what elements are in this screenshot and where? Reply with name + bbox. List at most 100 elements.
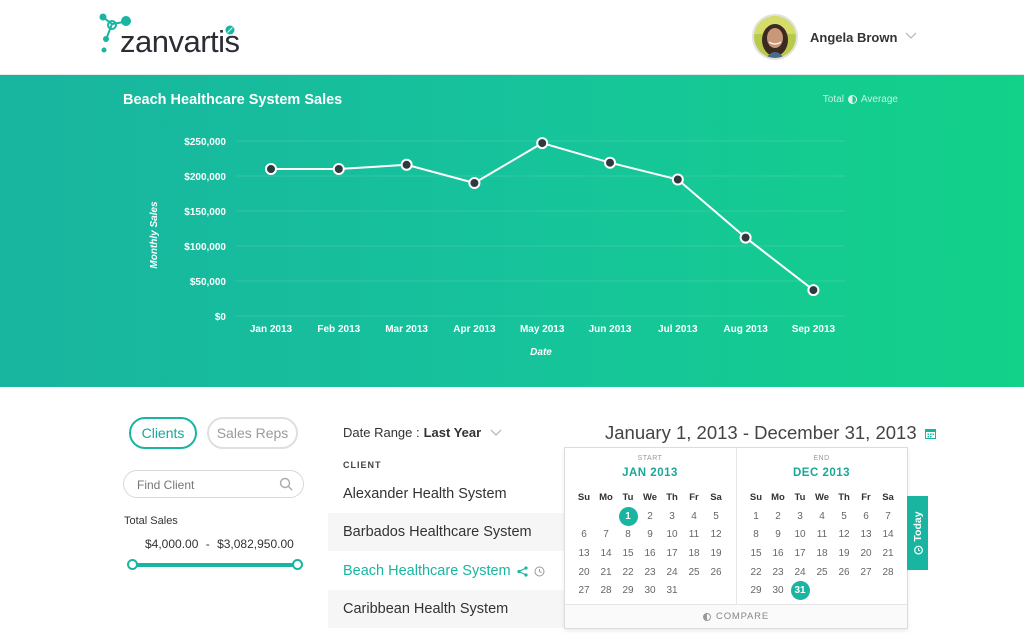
end-day[interactable]: 24 <box>789 563 811 582</box>
end-day[interactable]: 19 <box>833 544 855 563</box>
weekday-header: Mo <box>599 491 613 503</box>
end-day[interactable]: 3 <box>789 507 811 526</box>
end-day[interactable]: 30 <box>767 581 789 600</box>
start-day[interactable]: 19 <box>705 544 727 563</box>
start-day-selected[interactable]: 1 <box>617 506 639 526</box>
start-day[interactable]: 6 <box>573 525 595 544</box>
end-day[interactable]: 21 <box>877 544 899 563</box>
start-day[interactable]: 28 <box>595 581 617 600</box>
data-point[interactable] <box>468 177 481 189</box>
start-day[interactable]: 23 <box>639 563 661 582</box>
date-range-text: January 1, 2013 - December 31, 2013 <box>605 422 917 443</box>
client-row-barbados[interactable]: Barbados Healthcare System <box>328 513 568 551</box>
client-row-caribbean[interactable]: Caribbean Health System <box>328 590 568 628</box>
start-day[interactable]: 27 <box>573 581 595 600</box>
end-day-selected[interactable]: 31 <box>789 581 811 600</box>
today-button[interactable]: Today <box>907 496 928 570</box>
end-day[interactable]: 27 <box>855 563 877 582</box>
start-day[interactable]: 2 <box>639 507 661 526</box>
start-day[interactable]: 30 <box>639 581 661 600</box>
start-day[interactable]: 7 <box>595 525 617 544</box>
data-point[interactable] <box>400 158 413 171</box>
end-day[interactable]: 6 <box>855 507 877 526</box>
calendar-start-title[interactable]: JAN 2013 <box>565 467 735 479</box>
start-day[interactable]: 25 <box>683 563 705 582</box>
calendar-end-title[interactable]: DEC 2013 <box>737 467 906 479</box>
end-day[interactable]: 15 <box>745 544 767 563</box>
data-point[interactable] <box>807 284 820 297</box>
end-day[interactable]: 29 <box>745 581 767 600</box>
end-day[interactable]: 23 <box>767 563 789 582</box>
start-day[interactable]: 26 <box>705 563 727 582</box>
end-day[interactable]: 7 <box>877 507 899 526</box>
user-menu[interactable]: Angela Brown <box>752 14 917 60</box>
data-point[interactable] <box>265 163 277 175</box>
start-day[interactable]: 16 <box>639 544 661 563</box>
start-day[interactable]: 5 <box>705 507 727 526</box>
start-day[interactable]: 12 <box>705 525 727 544</box>
search-icon[interactable] <box>279 477 293 491</box>
start-day[interactable]: 31 <box>661 581 683 600</box>
end-day[interactable]: 26 <box>833 563 855 582</box>
date-range-label: Date Range : <box>343 425 420 440</box>
end-day[interactable]: 1 <box>745 507 767 526</box>
data-point[interactable] <box>739 231 752 244</box>
end-day[interactable]: 13 <box>855 525 877 544</box>
start-day[interactable]: 29 <box>617 581 639 600</box>
end-day[interactable]: 4 <box>811 507 833 526</box>
end-day[interactable]: 28 <box>877 563 899 582</box>
end-day[interactable]: 5 <box>833 507 855 526</box>
total-sales-slider[interactable] <box>127 559 303 571</box>
client-name: Beach Healthcare System <box>343 563 511 579</box>
history-icon[interactable] <box>534 566 545 577</box>
zanvartis-logo[interactable]: zanvartis <box>98 12 258 62</box>
start-day[interactable]: 18 <box>683 544 705 563</box>
start-day[interactable]: 4 <box>683 507 705 526</box>
tab-clients[interactable]: Clients <box>129 417 197 449</box>
y-tick-label: $100,000 <box>184 242 226 253</box>
start-day[interactable]: 15 <box>617 544 639 563</box>
day-number: 31 <box>794 585 806 597</box>
tab-sales-reps[interactable]: Sales Reps <box>207 417 298 449</box>
start-day[interactable]: 14 <box>595 544 617 563</box>
start-day[interactable]: 17 <box>661 544 683 563</box>
data-point[interactable] <box>671 173 684 186</box>
end-day[interactable]: 12 <box>833 525 855 544</box>
start-day[interactable]: 20 <box>573 563 595 582</box>
end-day[interactable]: 14 <box>877 525 899 544</box>
slider-handle-max[interactable] <box>292 559 303 570</box>
start-day[interactable]: 3 <box>661 507 683 526</box>
start-day[interactable]: 21 <box>595 563 617 582</box>
start-day[interactable]: 11 <box>683 525 705 544</box>
start-day[interactable]: 22 <box>617 563 639 582</box>
end-day[interactable]: 20 <box>855 544 877 563</box>
client-row-alexander[interactable]: Alexander Health System <box>328 475 568 513</box>
end-day[interactable]: 18 <box>811 544 833 563</box>
compare-button[interactable]: COMPARE <box>565 604 907 628</box>
end-day[interactable]: 10 <box>789 525 811 544</box>
start-day[interactable]: 8 <box>617 525 639 544</box>
start-day[interactable]: 9 <box>639 525 661 544</box>
end-day[interactable]: 16 <box>767 544 789 563</box>
calendar-icon[interactable] <box>924 428 936 439</box>
end-day[interactable]: 11 <box>811 525 833 544</box>
end-day[interactable]: 8 <box>745 525 767 544</box>
end-day[interactable]: 2 <box>767 507 789 526</box>
selected-date-range[interactable]: January 1, 2013 - December 31, 2013 <box>605 422 936 444</box>
end-day[interactable]: 25 <box>811 563 833 582</box>
slider-handle-min[interactable] <box>127 559 138 570</box>
find-client-input[interactable] <box>137 475 277 495</box>
end-day[interactable]: 22 <box>745 563 767 582</box>
start-day[interactable]: 10 <box>661 525 683 544</box>
data-point[interactable] <box>332 163 345 175</box>
client-row-beach[interactable]: Beach Healthcare System <box>328 552 568 590</box>
start-day[interactable]: 13 <box>573 544 595 563</box>
end-day[interactable]: 17 <box>789 544 811 563</box>
share-icon[interactable] <box>517 565 528 577</box>
data-point[interactable] <box>536 137 549 150</box>
data-point[interactable] <box>604 156 616 169</box>
end-day[interactable]: 9 <box>767 525 789 544</box>
x-tick-label: Jul 2013 <box>658 324 698 335</box>
start-day[interactable]: 24 <box>661 563 683 582</box>
date-range-dropdown[interactable]: Date Range : Last Year <box>343 425 502 440</box>
